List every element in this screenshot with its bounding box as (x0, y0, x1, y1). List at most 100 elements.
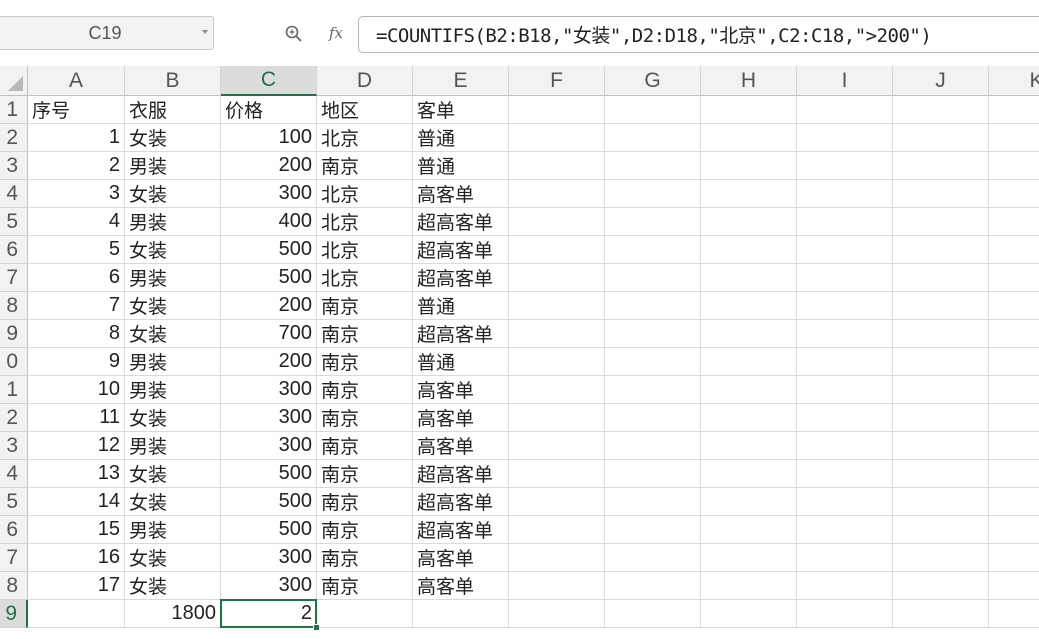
cell-b16[interactable]: 男装 (125, 516, 221, 544)
cell-d12[interactable]: 南京 (317, 404, 413, 432)
cell-j10[interactable] (893, 348, 989, 376)
cell-e12[interactable]: 高客单 (413, 404, 509, 432)
cell-g17[interactable] (605, 544, 701, 572)
cell-h5[interactable] (701, 208, 797, 236)
cell-b8[interactable]: 女装 (125, 292, 221, 320)
row-header[interactable]: 3 (0, 152, 28, 180)
cell-i14[interactable] (797, 460, 893, 488)
cell-e8[interactable]: 普通 (413, 292, 509, 320)
row-header[interactable]: 5 (0, 488, 28, 516)
cell-a12[interactable]: 11 (28, 404, 125, 432)
cell-e18[interactable]: 高客单 (413, 572, 509, 600)
cell-k8[interactable] (989, 292, 1039, 320)
cell-a17[interactable]: 16 (28, 544, 125, 572)
cell-c10[interactable]: 200 (221, 348, 317, 376)
column-header-j[interactable]: J (893, 66, 989, 96)
cell-k13[interactable] (989, 432, 1039, 460)
cell-h6[interactable] (701, 236, 797, 264)
cell-d19[interactable] (317, 600, 413, 628)
cell-g4[interactable] (605, 180, 701, 208)
cell-h16[interactable] (701, 516, 797, 544)
cell-a19[interactable] (28, 600, 125, 628)
cell-b6[interactable]: 女装 (125, 236, 221, 264)
cell-k9[interactable] (989, 320, 1039, 348)
cell-j12[interactable] (893, 404, 989, 432)
cell-g14[interactable] (605, 460, 701, 488)
cell-g9[interactable] (605, 320, 701, 348)
cell-g11[interactable] (605, 376, 701, 404)
cell-c7[interactable]: 500 (221, 264, 317, 292)
cell-k7[interactable] (989, 264, 1039, 292)
cell-a14[interactable]: 13 (28, 460, 125, 488)
cell-d2[interactable]: 北京 (317, 124, 413, 152)
cell-c4[interactable]: 300 (221, 180, 317, 208)
cell-b5[interactable]: 男装 (125, 208, 221, 236)
cell-h11[interactable] (701, 376, 797, 404)
cell-k3[interactable] (989, 152, 1039, 180)
cell-i2[interactable] (797, 124, 893, 152)
cell-c13[interactable]: 300 (221, 432, 317, 460)
cell-j7[interactable] (893, 264, 989, 292)
column-header-a[interactable]: A (28, 66, 125, 96)
name-box[interactable]: C19 (0, 16, 214, 50)
cell-b4[interactable]: 女装 (125, 180, 221, 208)
cell-d8[interactable]: 南京 (317, 292, 413, 320)
cell-k6[interactable] (989, 236, 1039, 264)
cell-e9[interactable]: 超高客单 (413, 320, 509, 348)
cell-c3[interactable]: 200 (221, 152, 317, 180)
cell-b3[interactable]: 男装 (125, 152, 221, 180)
cell-g1[interactable] (605, 96, 701, 124)
cell-f13[interactable] (509, 432, 605, 460)
spreadsheet-grid[interactable]: A B C D E F G H I J K 1 2 3 4 5 6 7 8 9 0 1 2 3 4 5 6 7 8 9 序号 衣服 价格 地区 客单… (0, 66, 1039, 639)
cell-i13[interactable] (797, 432, 893, 460)
cell-c19[interactable]: 2 (221, 600, 317, 628)
cell-a1[interactable]: 序号 (28, 96, 125, 124)
select-all-button[interactable] (0, 66, 28, 96)
row-header[interactable]: 4 (0, 180, 28, 208)
cell-i9[interactable] (797, 320, 893, 348)
row-header[interactable]: 7 (0, 544, 28, 572)
cell-e19[interactable] (413, 600, 509, 628)
cell-a2[interactable]: 1 (28, 124, 125, 152)
cell-b18[interactable]: 女装 (125, 572, 221, 600)
cell-k12[interactable] (989, 404, 1039, 432)
cell-j15[interactable] (893, 488, 989, 516)
cell-h1[interactable] (701, 96, 797, 124)
cell-g15[interactable] (605, 488, 701, 516)
chevron-down-icon[interactable] (202, 30, 208, 34)
cell-a13[interactable]: 12 (28, 432, 125, 460)
cell-f9[interactable] (509, 320, 605, 348)
cell-a5[interactable]: 4 (28, 208, 125, 236)
cell-g7[interactable] (605, 264, 701, 292)
cell-i7[interactable] (797, 264, 893, 292)
cell-f17[interactable] (509, 544, 605, 572)
cell-d11[interactable]: 南京 (317, 376, 413, 404)
row-header[interactable]: 5 (0, 208, 28, 236)
cell-f15[interactable] (509, 488, 605, 516)
cell-e13[interactable]: 高客单 (413, 432, 509, 460)
cell-h18[interactable] (701, 572, 797, 600)
row-header[interactable]: 2 (0, 124, 28, 152)
cell-e1[interactable]: 客单 (413, 96, 509, 124)
cell-f18[interactable] (509, 572, 605, 600)
cell-i15[interactable] (797, 488, 893, 516)
cell-d14[interactable]: 南京 (317, 460, 413, 488)
cell-i4[interactable] (797, 180, 893, 208)
cell-b19[interactable]: 1800 (125, 600, 221, 628)
cell-a16[interactable]: 15 (28, 516, 125, 544)
cell-k5[interactable] (989, 208, 1039, 236)
cell-g18[interactable] (605, 572, 701, 600)
cell-k19[interactable] (989, 600, 1039, 628)
column-header-d[interactable]: D (317, 66, 413, 96)
cell-k18[interactable] (989, 572, 1039, 600)
cell-g6[interactable] (605, 236, 701, 264)
cell-h19[interactable] (701, 600, 797, 628)
cell-i6[interactable] (797, 236, 893, 264)
cell-c1[interactable]: 价格 (221, 96, 317, 124)
cell-h4[interactable] (701, 180, 797, 208)
cell-d17[interactable]: 南京 (317, 544, 413, 572)
cell-f14[interactable] (509, 460, 605, 488)
cell-f8[interactable] (509, 292, 605, 320)
cell-f2[interactable] (509, 124, 605, 152)
cell-a15[interactable]: 14 (28, 488, 125, 516)
